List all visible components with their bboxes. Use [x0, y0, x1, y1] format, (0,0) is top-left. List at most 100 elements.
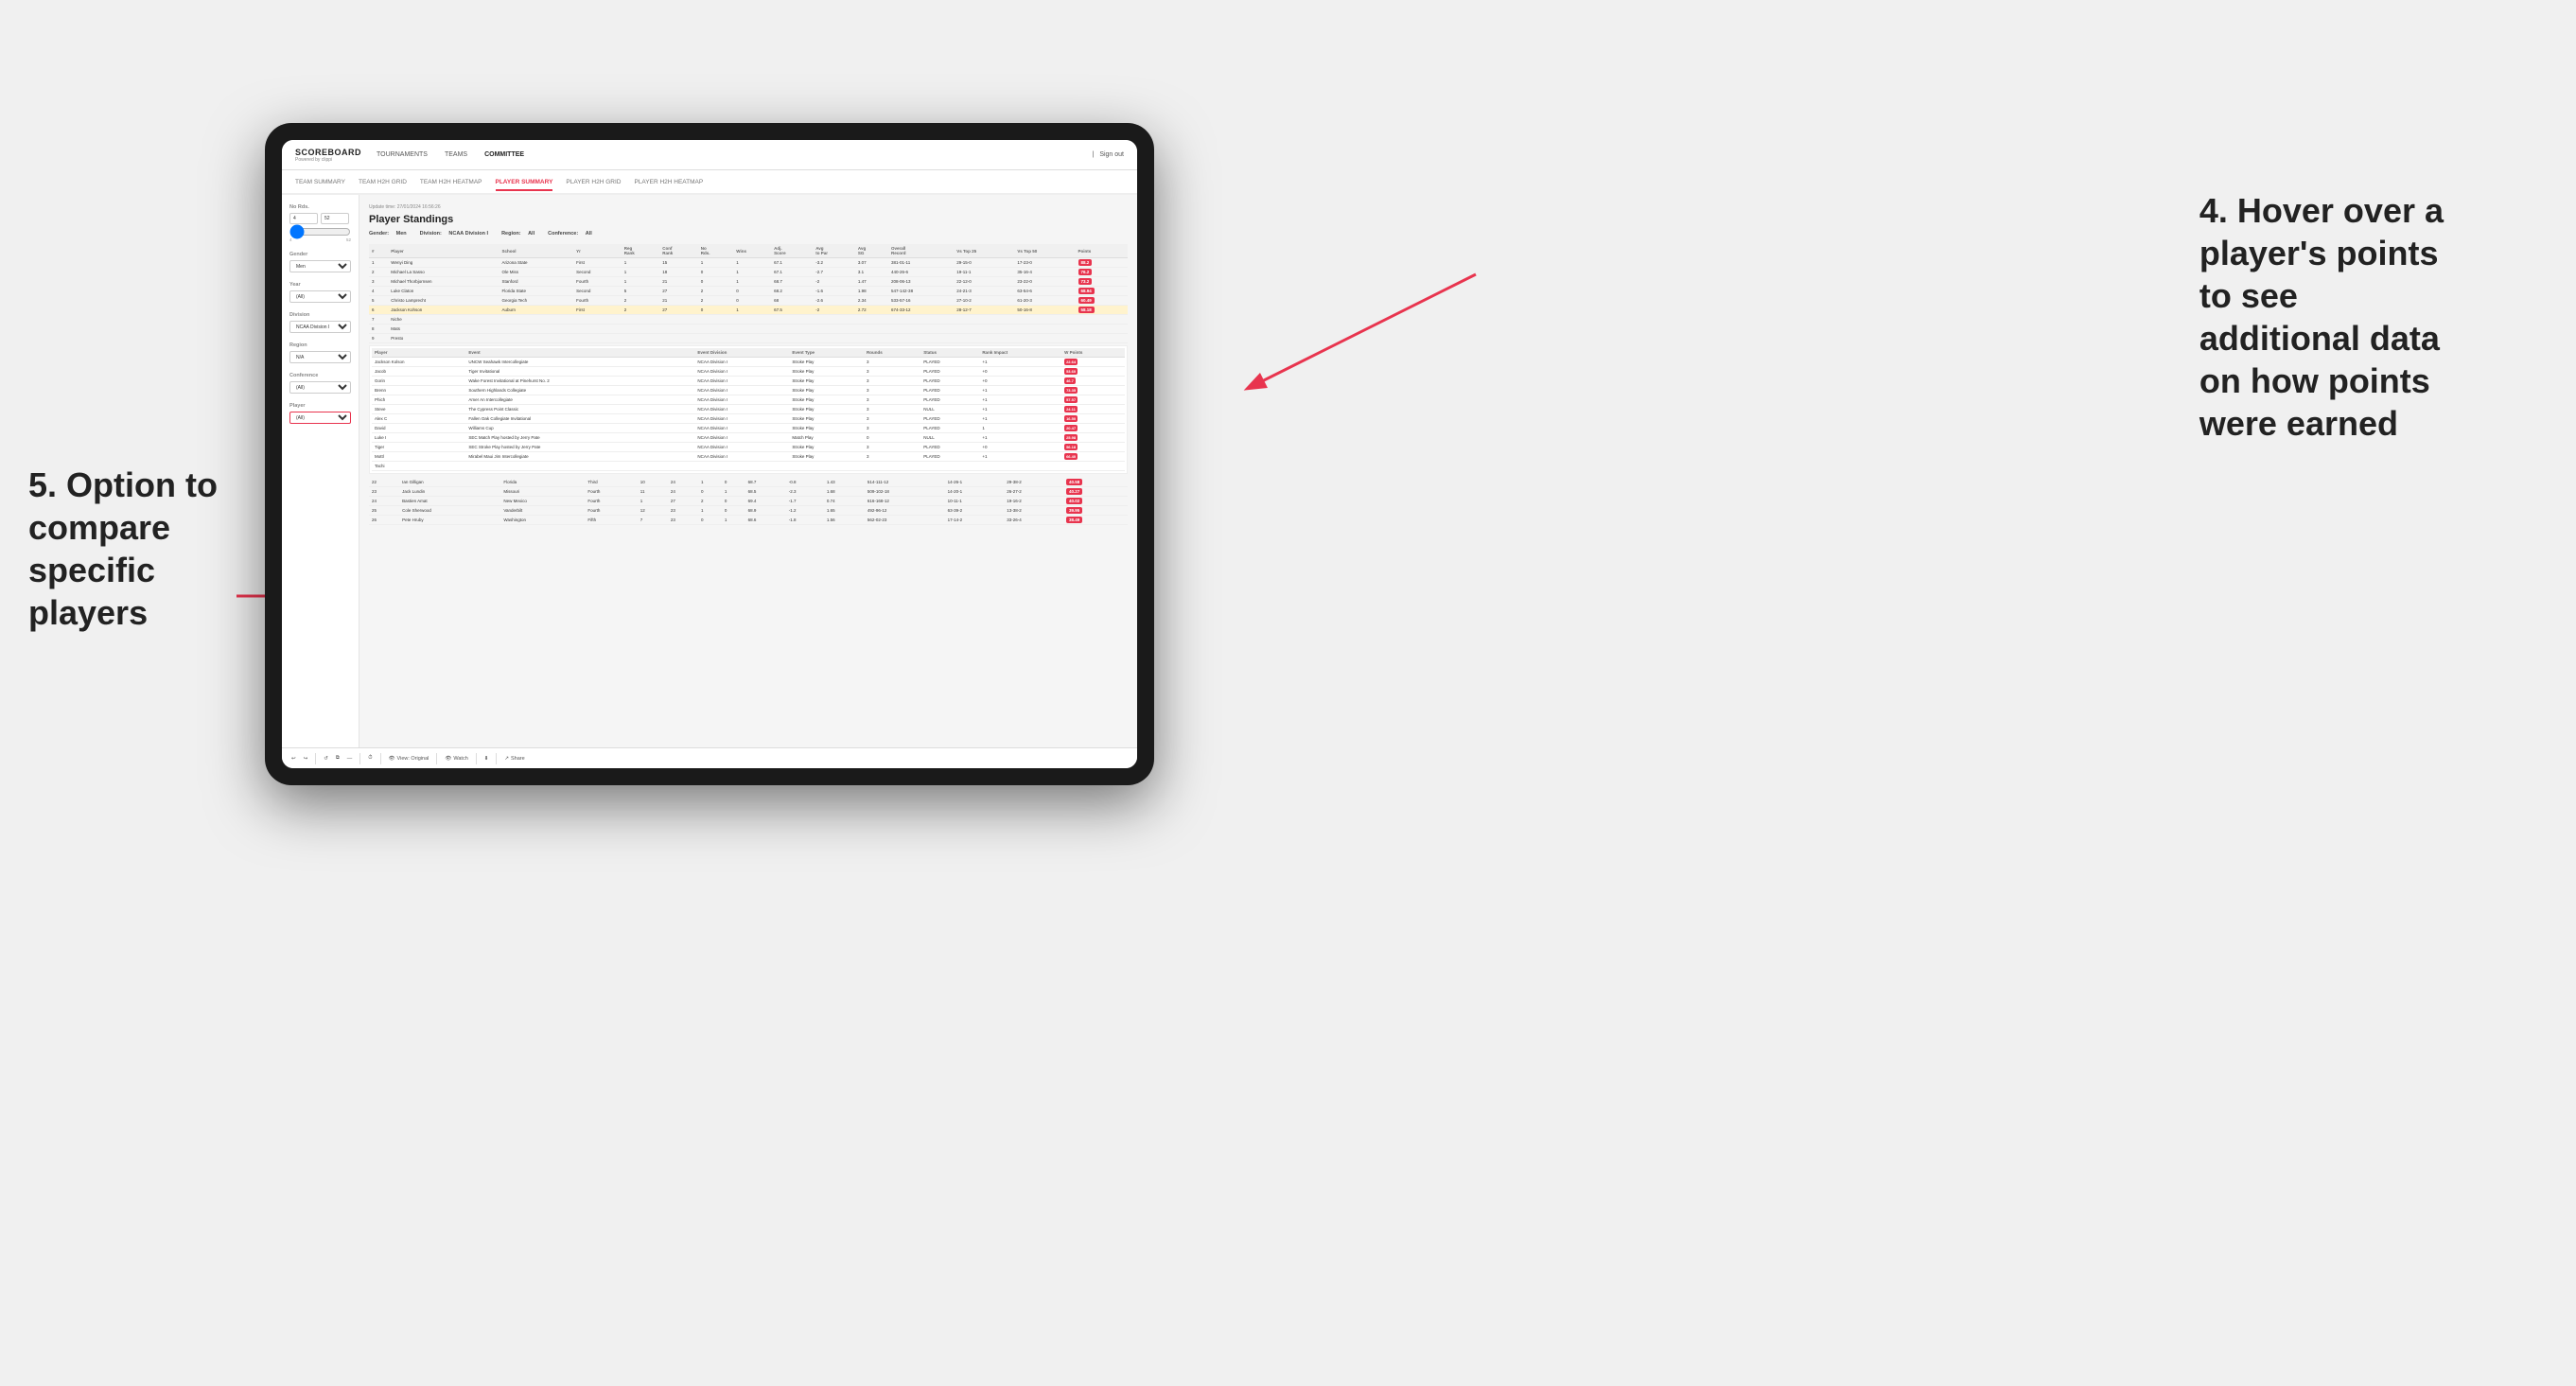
sidebar-player-select[interactable]: (All) — [289, 412, 351, 424]
sidebar-conference-select[interactable]: (All) — [289, 381, 351, 394]
sub-nav-team-h2h-grid[interactable]: TEAM H2H GRID — [359, 175, 407, 189]
lp-points[interactable]: 40.27 — [1063, 487, 1128, 497]
lp-wins: 1 — [722, 487, 745, 497]
sidebar-year-label: Year — [289, 282, 351, 288]
sidebar-no-rds-range[interactable] — [289, 228, 351, 236]
tooltip-player: Tachi — [372, 462, 465, 471]
undo-btn[interactable]: ↩ — [291, 756, 296, 762]
player-yr: Second — [573, 287, 622, 296]
share-btn[interactable]: ↗ Share — [504, 756, 524, 762]
lp-points[interactable]: 40.02 — [1063, 497, 1128, 506]
player-yr — [573, 325, 622, 334]
lp-vs50: 19-16-2 — [1004, 497, 1063, 506]
sidebar-no-rds-min-input[interactable] — [289, 213, 318, 224]
view-original-btn[interactable]: 👁 View: Original — [389, 756, 429, 762]
player-points[interactable]: 68.94 — [1076, 287, 1129, 296]
tooltip-event: SEC Stroke Play hosted by Jerry Pate — [465, 443, 694, 452]
content-title: Player Standings — [369, 214, 1128, 225]
lp-points[interactable]: 39.95 — [1063, 506, 1128, 516]
tooltip-rank-impact: +1 — [979, 358, 1061, 367]
nav-committee[interactable]: COMMITTEE — [484, 148, 524, 162]
sidebar-no-rds-max-input[interactable] — [321, 213, 349, 224]
player-vs25 — [954, 315, 1014, 325]
nav-right: | Sign out — [1092, 151, 1124, 158]
player-reg-rank: 1 — [622, 268, 660, 277]
tooltip-rank-impact: +1 — [979, 452, 1061, 462]
lp-to-par: -0.8 — [786, 478, 824, 487]
sub-nav-team-summary[interactable]: TEAM SUMMARY — [295, 175, 345, 189]
sidebar-year-select[interactable]: (All) — [289, 290, 351, 303]
view-icon: 👁 — [389, 756, 395, 762]
player-name: Presto — [388, 334, 499, 343]
filter-gender-label: Gender: — [369, 231, 389, 237]
clock-btn[interactable]: ⏱ — [368, 755, 372, 762]
tooltip-division: NCAA Division I — [694, 452, 789, 462]
tablet-frame: SCOREBOARD Powered by clippi TOURNAMENTS… — [265, 123, 1154, 785]
filter-row: Gender: Men Division: NCAA Division I Re… — [369, 231, 1128, 237]
lp-school: New Mexico — [500, 497, 585, 506]
player-reg-rank — [622, 315, 660, 325]
player-points[interactable] — [1076, 325, 1129, 334]
player-vs50: 23-22-0 — [1014, 277, 1075, 287]
dash-btn[interactable]: — — [347, 756, 353, 762]
nav-tournaments[interactable]: TOURNAMENTS — [377, 148, 428, 162]
player-points[interactable] — [1076, 334, 1129, 343]
lp-points[interactable]: 38.49 — [1063, 516, 1128, 525]
player-points[interactable]: 88.2 — [1076, 258, 1129, 268]
player-rds — [698, 325, 734, 334]
sidebar-conference-label: Conference — [289, 373, 351, 378]
lp-school: Vanderbilt — [500, 506, 585, 516]
lp-conf-rank: 24 — [668, 487, 698, 497]
player-name: Jackson Kohson — [388, 306, 499, 315]
tooltip-event: Southern Highlands Collegiate — [465, 386, 694, 395]
sub-nav-player-h2h-heatmap[interactable]: PLAYER H2H HEATMAP — [634, 175, 703, 189]
tooltip-type: Stroke Play — [789, 414, 864, 424]
lp-points[interactable]: 40.58 — [1063, 478, 1128, 487]
sub-nav-team-h2h-heatmap[interactable]: TEAM H2H HEATMAP — [420, 175, 482, 189]
filter-division: Division: NCAA Division I — [420, 231, 488, 237]
redo-btn[interactable]: ↪ — [304, 756, 308, 762]
sub-nav-player-h2h-grid[interactable]: PLAYER H2H GRID — [566, 175, 621, 189]
player-rds: 0 — [698, 268, 734, 277]
col-vs25: Vs Top 25 — [954, 244, 1014, 258]
nav-teams[interactable]: TEAMS — [445, 148, 467, 162]
sidebar-region-select[interactable]: N/A — [289, 351, 351, 363]
lp-school: Florida — [500, 478, 585, 487]
player-points[interactable] — [1076, 315, 1129, 325]
player-reg-rank: 2 — [622, 296, 660, 306]
refresh-btn[interactable]: ↺ — [324, 756, 328, 762]
lp-rank: 26 — [369, 516, 399, 525]
tooltip-player: Brenn — [372, 386, 465, 395]
export-btn[interactable]: ⬇ — [484, 756, 489, 762]
watch-btn[interactable]: 👁 Watch — [445, 756, 467, 762]
sign-out-link[interactable]: Sign out — [1099, 151, 1124, 158]
player-wins: 0 — [733, 287, 771, 296]
player-points[interactable]: 76.2 — [1076, 268, 1129, 277]
filter-conference-label: Conference: — [548, 231, 578, 237]
tooltip-status: PLAYED — [920, 367, 979, 377]
copy-btn[interactable]: ⧉ — [336, 755, 340, 762]
player-vs50 — [1014, 334, 1075, 343]
tooltip-status: PLAYED — [920, 358, 979, 367]
sidebar-division-select[interactable]: NCAA Division I — [289, 321, 351, 333]
sub-nav-player-summary[interactable]: PLAYER SUMMARY — [496, 175, 553, 191]
tooltip-status — [920, 462, 979, 471]
col-adj-score: Adj.Score — [771, 244, 813, 258]
lp-school: Missouri — [500, 487, 585, 497]
tooltip-player: Tiger — [372, 443, 465, 452]
tooltip-section: Player Event Event Division Event Type R… — [369, 345, 1128, 474]
player-rds — [698, 315, 734, 325]
col-conf-rank: ConfRank — [659, 244, 698, 258]
player-record: 381-01-11 — [888, 258, 954, 268]
tooltip-status: PLAYED — [920, 377, 979, 386]
player-points[interactable]: 58.18 — [1076, 306, 1129, 315]
player-points[interactable]: 60.49 — [1076, 296, 1129, 306]
player-points[interactable]: 73.2 — [1076, 277, 1129, 287]
watch-icon: 👁 — [445, 756, 451, 762]
tooltip-points: 73.35 — [1061, 386, 1125, 395]
player-conf-rank — [659, 325, 698, 334]
sidebar-range-max: 52 — [346, 237, 351, 242]
lp-rds: 0 — [698, 487, 722, 497]
sidebar-gender-select[interactable]: Men — [289, 260, 351, 272]
player-conf-rank: 27 — [659, 306, 698, 315]
